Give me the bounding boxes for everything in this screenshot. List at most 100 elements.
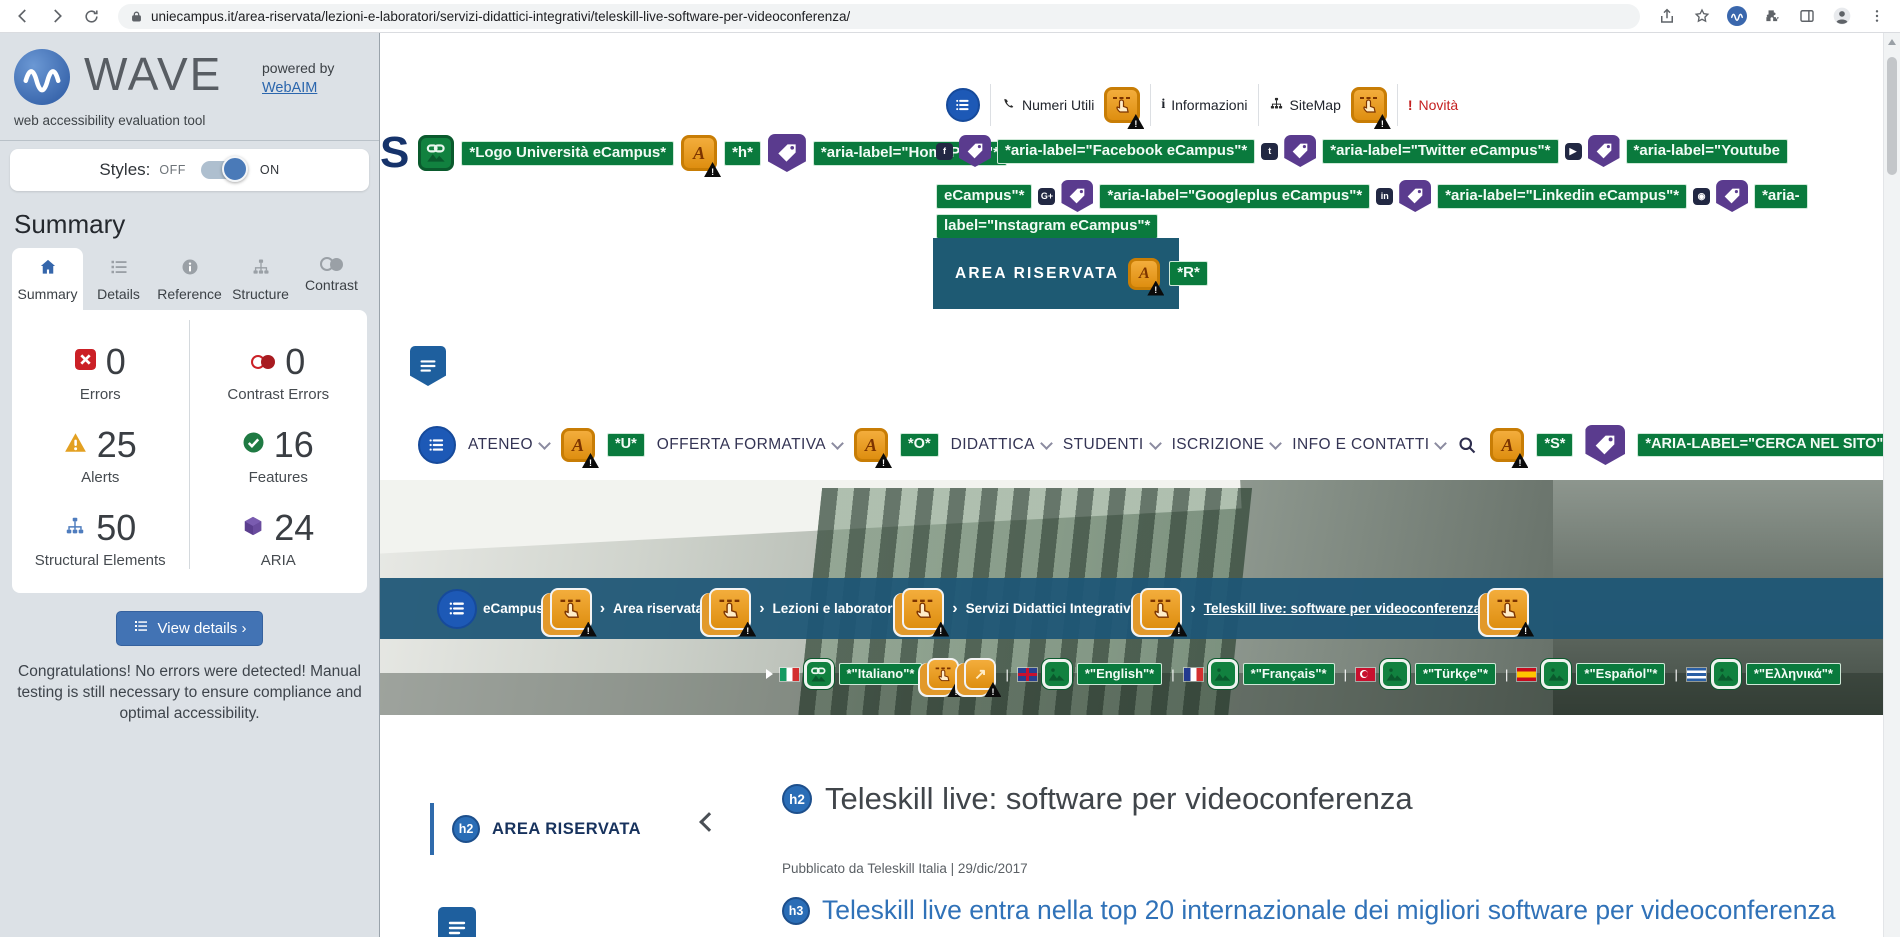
tab-contrast[interactable]: Contrast bbox=[296, 248, 367, 310]
novita-link[interactable]: ! Novità bbox=[1408, 97, 1458, 113]
aria-label-tag-icon[interactable] bbox=[767, 134, 806, 172]
breadcrumb-item[interactable]: Servizi Didattici Integrativi bbox=[966, 601, 1135, 616]
wave-extension-icon[interactable] bbox=[1724, 3, 1750, 29]
h2-badge-icon[interactable]: h2 bbox=[452, 815, 480, 843]
image-icon[interactable] bbox=[1207, 659, 1238, 689]
area-riservata-button[interactable]: AREA RISERVATA A *R* bbox=[933, 238, 1208, 309]
alt-text-icon[interactable]: A bbox=[560, 428, 599, 468]
device-event-icon[interactable] bbox=[549, 587, 597, 637]
page-scrollbar[interactable] bbox=[1883, 33, 1900, 937]
webaim-link[interactable]: WebAIM bbox=[262, 80, 317, 96]
menu-list-icon[interactable] bbox=[437, 588, 477, 629]
extensions-puzzle-icon[interactable] bbox=[1759, 3, 1785, 29]
alt-text-icon[interactable]: A bbox=[1128, 257, 1165, 296]
aria-label-tag-icon[interactable] bbox=[1399, 180, 1432, 212]
forward-icon[interactable] bbox=[44, 3, 70, 29]
aria-label-tag-icon[interactable] bbox=[1716, 180, 1749, 212]
alt-text-icon[interactable]: A bbox=[1490, 428, 1529, 468]
informazioni-link[interactable]: i Informazioni bbox=[1161, 97, 1247, 113]
search-icon[interactable] bbox=[1457, 435, 1478, 456]
flag-greece-icon[interactable] bbox=[1686, 667, 1706, 681]
device-event-icon[interactable] bbox=[1487, 587, 1535, 637]
menu-list-icon[interactable] bbox=[418, 426, 456, 464]
alt-text-icon[interactable]: A bbox=[854, 428, 893, 468]
scrollbar-thumb[interactable] bbox=[1887, 57, 1897, 175]
breadcrumb-item-current[interactable]: Teleskill live: software per videoconfer… bbox=[1204, 601, 1481, 616]
scroll-up-arrow-icon[interactable] bbox=[1888, 39, 1896, 45]
address-bar[interactable]: uniecampus.it/area-riservata/lezioni-e-l… bbox=[118, 3, 1640, 29]
aria-label-tag-icon[interactable] bbox=[1284, 135, 1317, 167]
flag-france-icon[interactable] bbox=[1183, 667, 1203, 681]
image-icon[interactable] bbox=[1710, 659, 1741, 689]
nav-item-didattica[interactable]: DIDATTICA bbox=[951, 436, 1053, 454]
device-event-icon[interactable] bbox=[1104, 87, 1145, 129]
device-event-icon[interactable] bbox=[1140, 587, 1188, 637]
structural-element-icon[interactable] bbox=[410, 346, 446, 386]
image-icon[interactable] bbox=[1379, 659, 1410, 689]
sidebar-item-area-riservata[interactable]: h2 AREA RISERVATA bbox=[430, 803, 722, 855]
external-arrow-glyph: ↗ bbox=[974, 665, 987, 683]
breadcrumb-item[interactable]: Area riservata bbox=[613, 601, 703, 616]
breadcrumb-separator: › bbox=[599, 599, 606, 617]
aria-label-tag-icon[interactable] bbox=[1585, 425, 1626, 465]
device-event-icon[interactable] bbox=[1350, 87, 1391, 129]
aria-label-text: *aria-label="Linkedin eCampus"* bbox=[1437, 183, 1688, 209]
styles-toggle[interactable] bbox=[200, 156, 248, 182]
flag-spain-icon[interactable] bbox=[1517, 667, 1537, 681]
image-icon[interactable] bbox=[1041, 659, 1072, 689]
nav-item-info-e-contatti[interactable]: INFO E CONTATTI bbox=[1292, 436, 1448, 454]
googleplus-icon[interactable]: G+ bbox=[1038, 187, 1056, 205]
numeri-utili-link[interactable]: Numeri Utili bbox=[1001, 96, 1094, 114]
aria-label-tag-icon[interactable] bbox=[1061, 180, 1094, 212]
nav-item-iscrizione[interactable]: ISCRIZIONE bbox=[1172, 436, 1283, 454]
sitemap-link[interactable]: SiteMap bbox=[1269, 96, 1341, 114]
browser-menu-kebab-icon[interactable] bbox=[1864, 3, 1890, 29]
linkedin-icon[interactable]: in bbox=[1376, 187, 1394, 205]
linked-image-icon[interactable] bbox=[418, 135, 455, 171]
stat-value: 50 bbox=[96, 507, 137, 548]
nav-item-offerta-formativa[interactable]: OFFERTA FORMATIVA bbox=[657, 436, 844, 454]
profile-avatar[interactable] bbox=[1829, 3, 1855, 29]
instagram-icon[interactable]: ◉ bbox=[1693, 187, 1711, 205]
language-selector: *"Italiano"* ↗ | *"English"* | *"Françai… bbox=[765, 655, 1841, 697]
device-event-icon[interactable] bbox=[709, 587, 757, 637]
new-window-icon[interactable]: ↗ bbox=[964, 658, 1002, 697]
aria-label-tag-icon[interactable] bbox=[959, 135, 991, 167]
breadcrumb-item[interactable]: eCampus bbox=[483, 601, 544, 616]
facebook-icon[interactable]: f bbox=[936, 142, 953, 160]
alt-text-icon[interactable]: A bbox=[681, 135, 722, 177]
aria-label-text: *aria-label="Googleplus eCampus"* bbox=[1099, 183, 1371, 209]
tab-details[interactable]: Details bbox=[83, 248, 154, 310]
letter-a-glyph: A bbox=[865, 435, 878, 455]
breadcrumb-item[interactable]: Lezioni e laboratori bbox=[773, 601, 897, 616]
logo-annotation-row: S *Logo Università eCampus* A *h* *aria-… bbox=[380, 131, 1007, 177]
h2-badge-icon[interactable]: h2 bbox=[782, 784, 812, 814]
device-event-icon[interactable] bbox=[927, 658, 965, 697]
structural-element-icon[interactable] bbox=[438, 907, 476, 937]
flag-italy-icon[interactable] bbox=[779, 667, 799, 681]
share-icon[interactable] bbox=[1654, 3, 1680, 29]
nav-item-ateneo[interactable]: ATENEO bbox=[468, 436, 551, 454]
image-icon[interactable] bbox=[1541, 659, 1572, 689]
menu-list-icon[interactable] bbox=[946, 88, 980, 122]
tab-reference[interactable]: Reference bbox=[154, 248, 225, 310]
youtube-icon[interactable]: ▶ bbox=[1564, 142, 1582, 160]
bookmark-star-icon[interactable] bbox=[1689, 3, 1715, 29]
tab-structure[interactable]: Structure bbox=[225, 248, 296, 310]
side-panel-icon[interactable] bbox=[1794, 3, 1820, 29]
flag-turkey-icon[interactable] bbox=[1355, 667, 1375, 681]
aria-label-tag-icon[interactable] bbox=[1587, 135, 1620, 167]
linked-image-icon[interactable] bbox=[803, 659, 834, 689]
tab-summary[interactable]: Summary bbox=[12, 248, 83, 310]
nav-item-studenti[interactable]: STUDENTI bbox=[1063, 436, 1162, 454]
h3-badge-icon[interactable]: h3 bbox=[782, 896, 810, 925]
toggle-knob[interactable] bbox=[221, 156, 248, 182]
flag-uk-icon[interactable] bbox=[1017, 667, 1037, 681]
numeri-utili-label: Numeri Utili bbox=[1022, 97, 1095, 113]
reload-icon[interactable] bbox=[78, 3, 104, 29]
back-icon[interactable] bbox=[10, 3, 36, 29]
twitter-icon[interactable]: t bbox=[1261, 142, 1279, 160]
sitemap-label: SiteMap bbox=[1289, 97, 1341, 113]
device-event-icon[interactable] bbox=[902, 587, 950, 637]
view-details-button[interactable]: View details › bbox=[115, 611, 264, 646]
